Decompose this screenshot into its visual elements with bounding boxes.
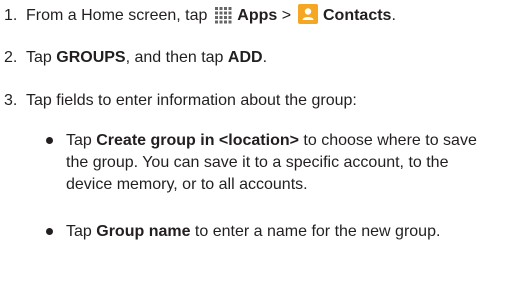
document-page: 1. From a Home screen, tap Apps > Contact… <box>0 0 507 288</box>
add-label: ADD <box>227 49 263 66</box>
apps-label: Apps <box>237 7 278 24</box>
step-text-prefix: From a Home screen, tap <box>26 7 212 24</box>
contacts-label: Contacts <box>322 7 392 24</box>
menu-separator: > <box>277 7 296 24</box>
step-1: 1. From a Home screen, tap Apps > Contact… <box>4 4 396 26</box>
step-text: Tap fields to enter information about th… <box>26 92 357 109</box>
step-text-prefix: Tap <box>26 49 57 66</box>
step-number: 1. <box>4 7 18 24</box>
bullet-item-create-group: Tap Create group in <location> to choose… <box>46 130 501 196</box>
step-2: 2. Tap GROUPS, and then tap ADD. <box>4 48 267 68</box>
bullet-rest: to enter a name for the new group. <box>190 223 441 240</box>
bullet-prefix: Tap <box>66 223 97 240</box>
bullet-bold-label: Group name <box>96 223 191 240</box>
step-text-suffix: . <box>262 49 268 66</box>
contacts-icon <box>297 4 318 24</box>
step-text-suffix: . <box>391 7 396 24</box>
step-number: 3. <box>4 92 18 109</box>
bullet-item-group-name: Tap Group name to enter a name for the n… <box>46 221 501 243</box>
groups-label: GROUPS <box>56 49 126 66</box>
bullet-dot <box>46 228 53 235</box>
step-text-middle: , and then tap <box>125 49 228 66</box>
step-3: 3. Tap fields to enter information about … <box>4 91 357 111</box>
step-number: 2. <box>4 49 18 66</box>
bullet-prefix: Tap <box>66 132 97 149</box>
bullet-bold-label: Create group in <location> <box>96 132 299 149</box>
bullet-dot <box>46 137 53 144</box>
apps-grid-icon <box>214 7 232 24</box>
